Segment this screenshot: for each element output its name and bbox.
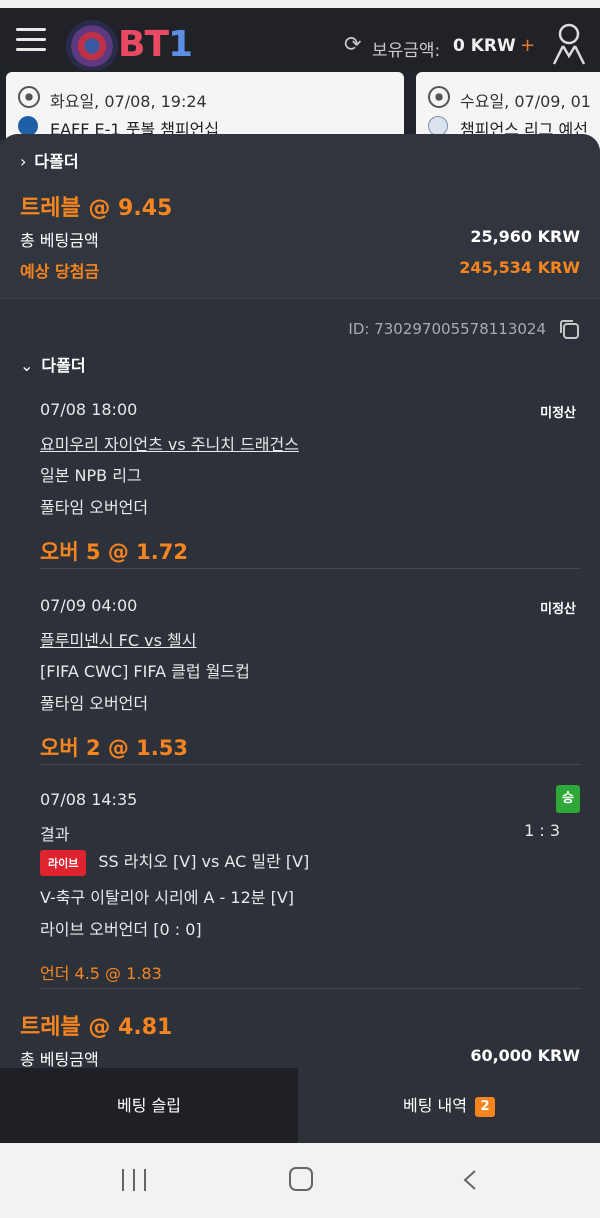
- history-count-badge: 2: [474, 1096, 495, 1117]
- match-score: 1 : 3: [524, 821, 560, 840]
- selection-datetime: 07/09 04:00: [40, 596, 138, 615]
- selection-datetime: 07/08 14:35: [40, 790, 138, 809]
- refresh-icon[interactable]: ⟳: [344, 34, 364, 55]
- stake-value: 60,000 KRW: [470, 1046, 580, 1065]
- soccer-ball-icon: [18, 86, 40, 108]
- payout-value: 245,534 KRW: [459, 258, 580, 277]
- status-badge: 미정산: [540, 406, 576, 421]
- bet-type-label: 다폴더: [41, 356, 86, 375]
- champions-league-logo-icon: [428, 116, 448, 136]
- status-bar: [0, 0, 600, 8]
- deposit-plus-icon[interactable]: +: [520, 35, 535, 56]
- stake-value: 25,960 KRW: [470, 227, 580, 246]
- stake-label: 총 베팅금액: [20, 231, 99, 250]
- selection-league: [FIFA CWC] FIFA 클럽 월드컵: [40, 662, 250, 681]
- bet-id: ID: 730297005578113024: [348, 320, 546, 338]
- divider: [40, 764, 580, 765]
- system-nav-bar: [0, 1143, 600, 1218]
- selection-league: 일본 NPB 리그: [40, 466, 142, 485]
- match-name: SS 라치오 [V] vs AC 밀란 [V]: [98, 852, 310, 871]
- collapse-toggle[interactable]: › 다폴더: [20, 148, 79, 172]
- tab-label: 베팅 내역: [403, 1096, 467, 1115]
- chevron-right-icon: ›: [20, 152, 27, 171]
- match-card-date: 화요일, 07/08, 19:24: [50, 92, 207, 111]
- parlay-odds-title: 트레블 @ 4.81: [20, 1015, 173, 1040]
- bet-history-sheet: › 다폴더 트레블 @ 9.45 총 베팅금액 25,960 KRW 예상 당첨금…: [0, 134, 600, 1068]
- payout-label: 예상 당첨금: [20, 262, 100, 281]
- selection-market: 풀타임 오버언더: [40, 498, 149, 517]
- win-status-badge: 승: [556, 785, 580, 813]
- tab-bet-slip[interactable]: 베팅 슬립: [0, 1068, 298, 1143]
- logo-text: BT1: [118, 24, 193, 65]
- copy-icon[interactable]: [558, 318, 580, 340]
- divider: [40, 568, 580, 569]
- live-badge: 라이브: [40, 849, 87, 876]
- selection-market: 라이브 오버언더 [0 : 0]: [40, 920, 202, 939]
- selection-datetime: 07/08 18:00: [40, 400, 138, 419]
- selection-pick: 오버 5 @ 1.72: [40, 540, 188, 564]
- bet-summary-card: › 다폴더 트레블 @ 9.45 총 베팅금액 25,960 KRW 예상 당첨금…: [0, 134, 600, 298]
- status-badge: 미정산: [540, 602, 576, 617]
- match-link[interactable]: 요미우리 자이언츠 vs 주니치 드래건스: [40, 431, 299, 455]
- selection-league: V-축구 이탈리아 시리에 A - 12분 [V]: [40, 888, 295, 907]
- user-profile-icon[interactable]: [551, 22, 587, 66]
- bet-selection: 07/09 04:00 미정산 플루미넨시 FC vs 첼시 [FIFA CWC…: [40, 594, 580, 765]
- logo-burst-icon: [66, 20, 118, 72]
- selection-pick: 언더 4.5 @ 1.83: [40, 964, 162, 983]
- expand-toggle[interactable]: ⌄ 다폴더: [20, 352, 86, 376]
- stake-label: 총 베팅금액: [20, 1050, 99, 1068]
- selection-pick: 오버 2 @ 1.53: [40, 736, 188, 760]
- balance-label: 보유금액:: [372, 41, 441, 61]
- parlay-odds-title: 트레블 @ 9.45: [20, 196, 173, 221]
- back-icon[interactable]: [462, 1169, 478, 1191]
- home-icon[interactable]: [289, 1167, 313, 1191]
- bet-type-label: 다폴더: [34, 152, 79, 171]
- logo[interactable]: BT1: [66, 20, 196, 72]
- match-carousel: 화요일, 07/08, 19:24 EAFF E-1 풋볼 챔피언십 수요일, …: [0, 70, 600, 152]
- recent-apps-icon[interactable]: [122, 1169, 148, 1191]
- hamburger-menu-icon[interactable]: [16, 28, 46, 52]
- divider: [0, 298, 600, 299]
- top-app-bar: BT1 ⟳ 보유금액: 0 KRW +: [0, 8, 600, 72]
- match-link[interactable]: 플루미넨시 FC vs 첼시: [40, 627, 196, 651]
- bet-selection: 07/08 14:35 승 결과 1 : 3 라이브 SS 라치오 [V] vs …: [40, 785, 580, 989]
- bottom-tabs: 베팅 슬립 베팅 내역 2: [0, 1068, 600, 1143]
- live-match-row: 라이브 SS 라치오 [V] vs AC 밀란 [V]: [40, 848, 309, 876]
- selection-market: 풀타임 오버언더: [40, 694, 149, 713]
- tab-bet-history[interactable]: 베팅 내역 2: [298, 1068, 600, 1143]
- divider: [40, 988, 580, 989]
- result-label: 결과: [40, 825, 70, 844]
- soccer-ball-icon: [428, 86, 450, 108]
- match-card-date: 수요일, 07/09, 01: [460, 92, 591, 111]
- league-logo-icon: [18, 116, 38, 136]
- chevron-down-icon: ⌄: [20, 356, 34, 375]
- balance-value: 0 KRW: [453, 36, 516, 56]
- bet-selection: 07/08 18:00 미정산 요미우리 자이언츠 vs 주니치 드래건스 일본…: [40, 398, 580, 569]
